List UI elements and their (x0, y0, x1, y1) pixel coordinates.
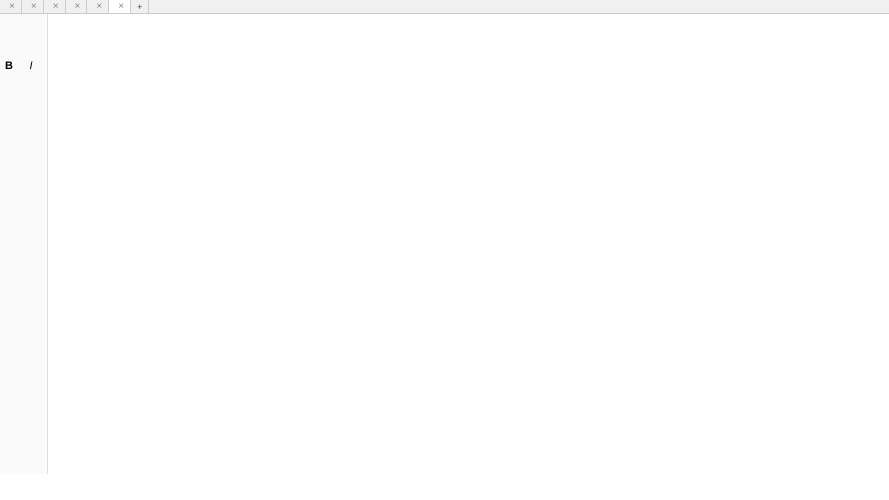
bold-button[interactable]: B (2, 60, 16, 74)
browser-tab[interactable]: × (22, 0, 44, 13)
close-icon[interactable]: × (96, 1, 102, 12)
italic-button[interactable]: I (24, 60, 38, 74)
new-tab-button[interactable]: + (131, 0, 149, 13)
browser-tab[interactable]: × (44, 0, 66, 13)
close-icon[interactable]: × (118, 1, 124, 12)
close-icon[interactable]: × (9, 1, 15, 12)
browser-tab[interactable]: × (87, 0, 109, 13)
browser-tab[interactable]: × (0, 0, 22, 13)
close-icon[interactable]: × (31, 1, 37, 12)
browser-tab-strip: × × × × × × + (0, 0, 889, 14)
csdn-editor-left: B I (0, 14, 48, 474)
browser-tab[interactable]: × (109, 0, 131, 13)
browser-tab[interactable]: × (66, 0, 88, 13)
close-icon[interactable]: × (53, 1, 59, 12)
close-icon[interactable]: × (75, 1, 81, 12)
